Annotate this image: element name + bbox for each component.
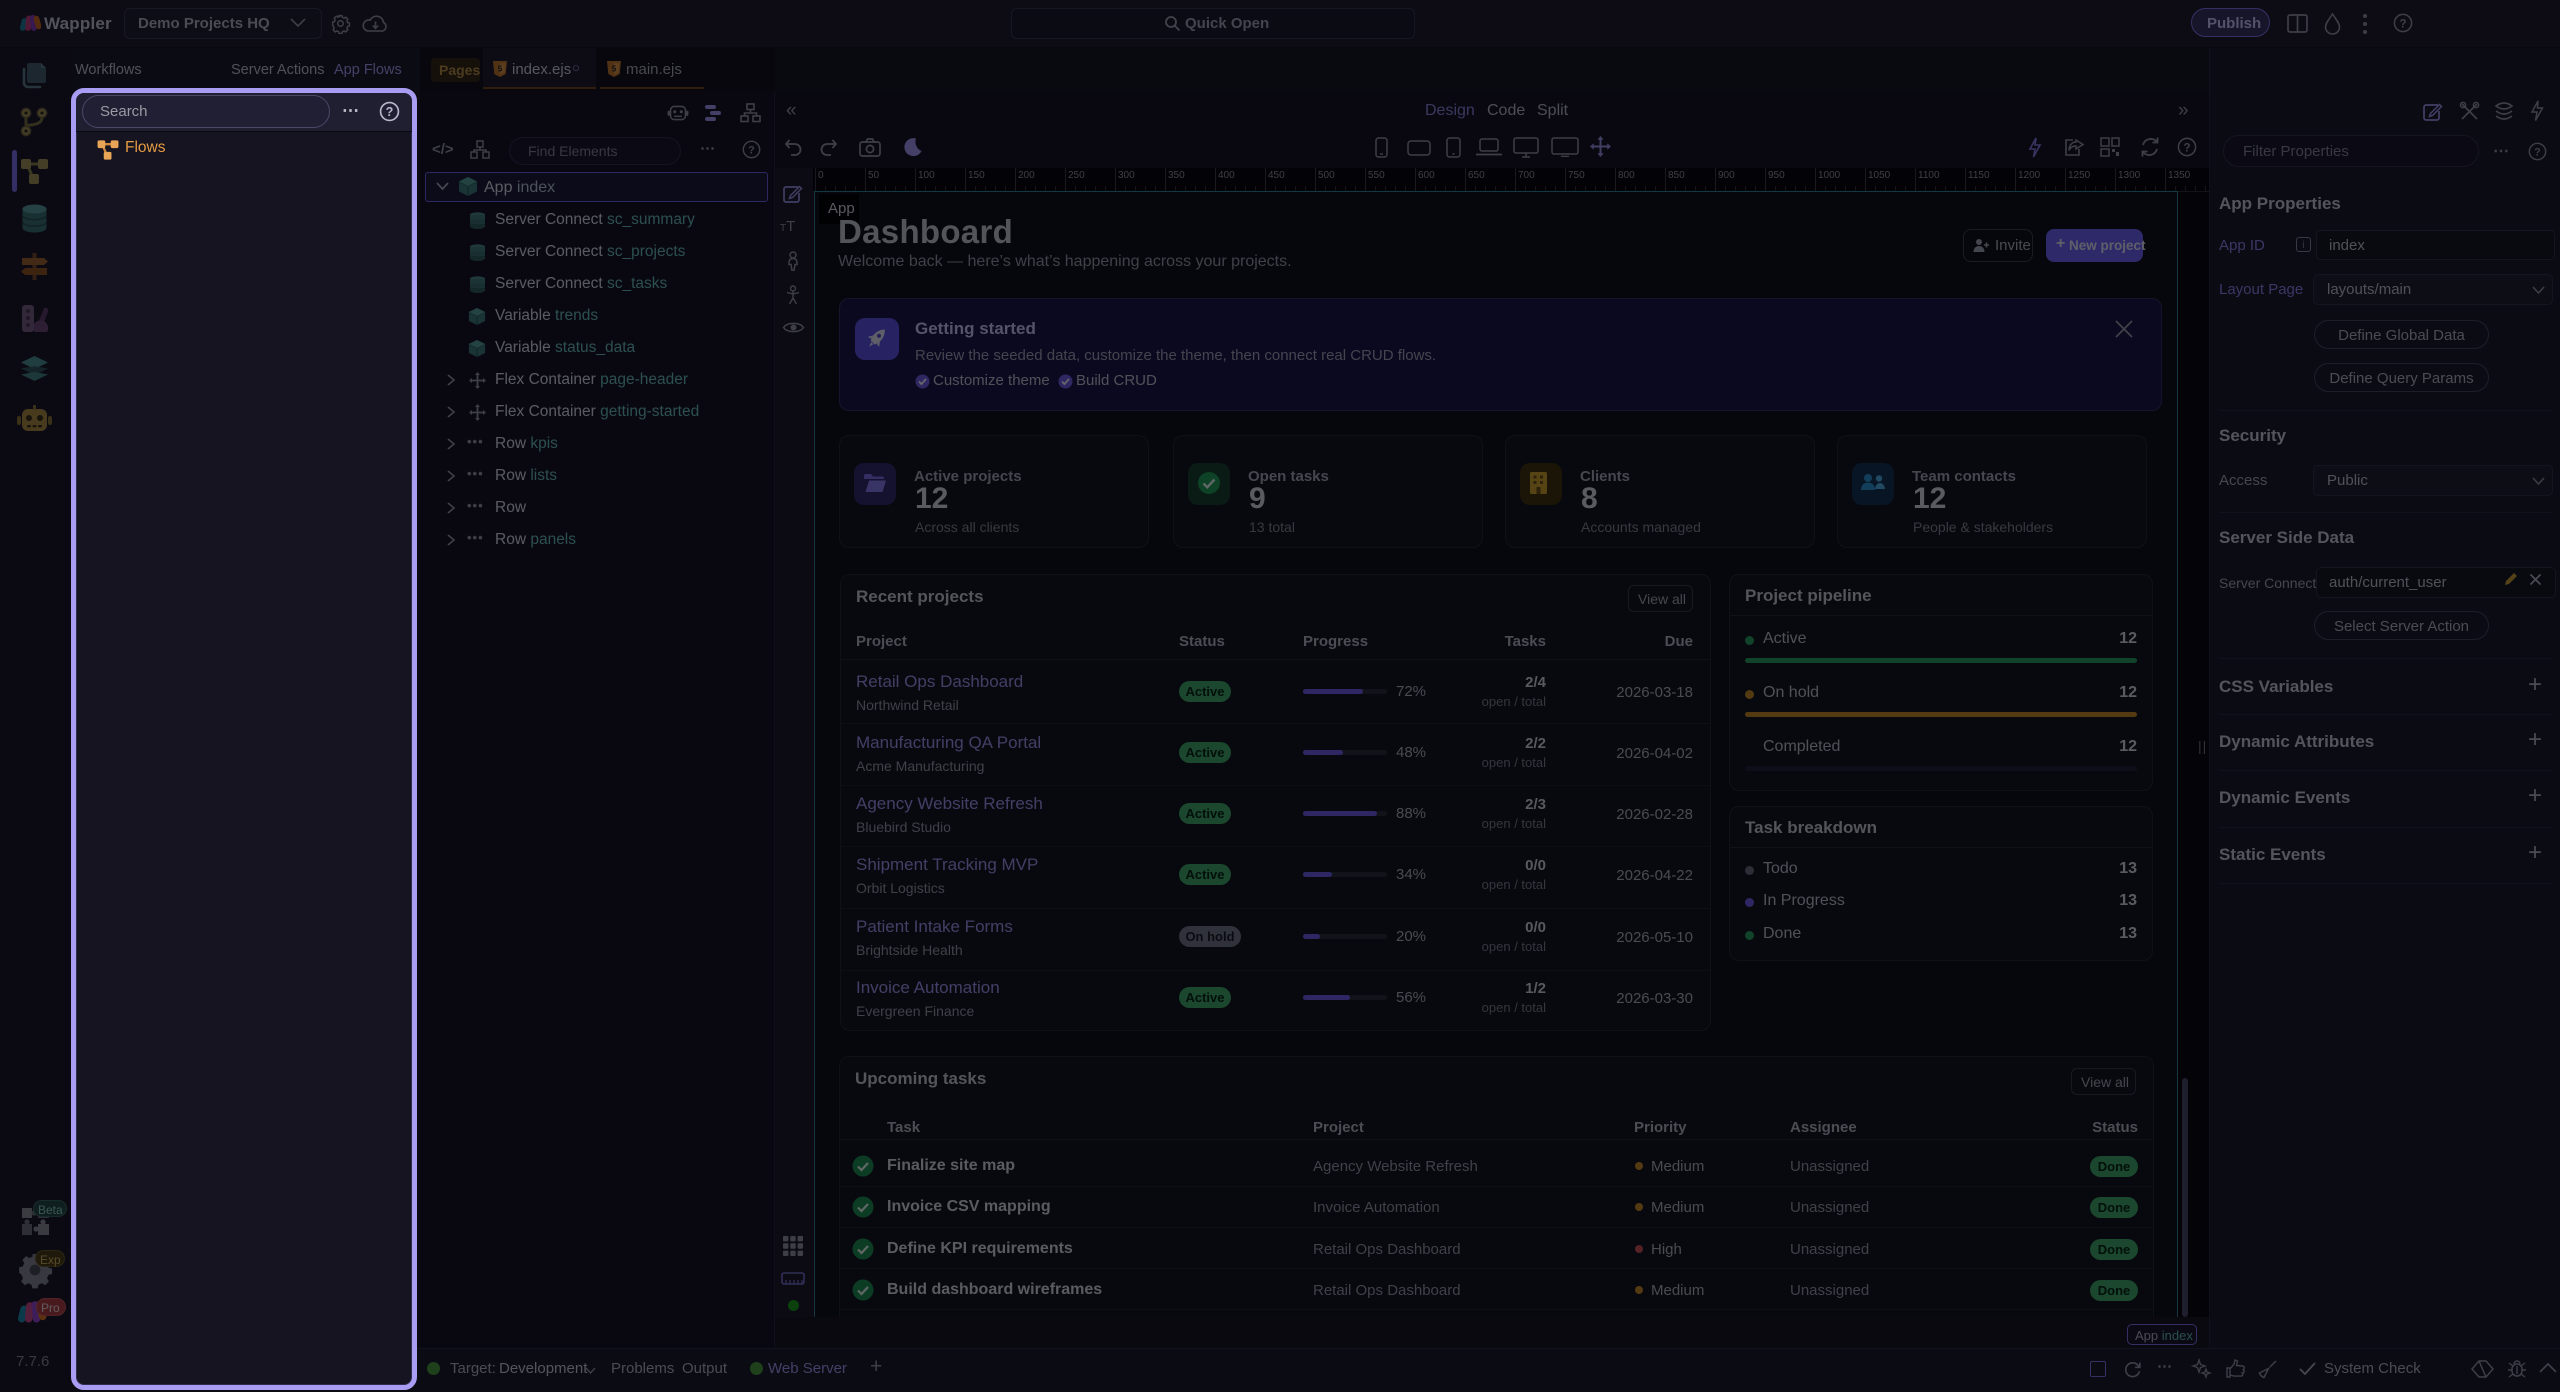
- svg-text:?: ?: [386, 105, 394, 119]
